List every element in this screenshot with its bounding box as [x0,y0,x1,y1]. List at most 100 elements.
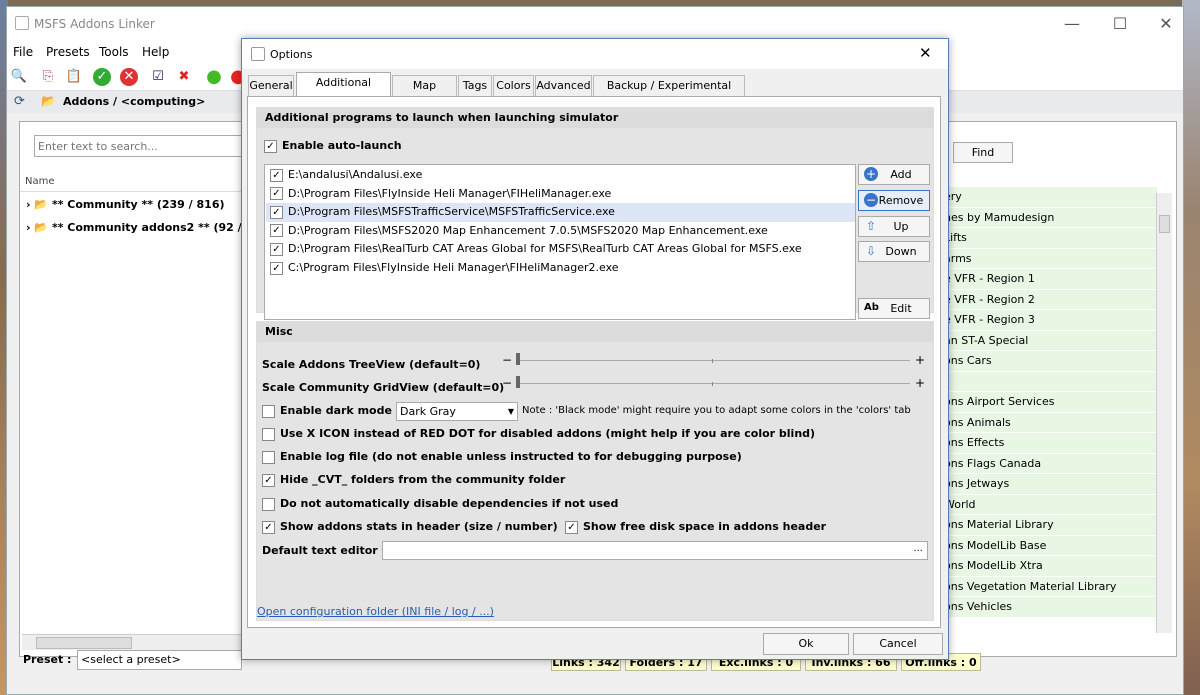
menu-file[interactable]: File [7,42,39,62]
dark-mode-select[interactable]: Dark Gray ▼ [396,402,518,421]
paste-icon[interactable]: 📋 [65,68,83,86]
down-button[interactable]: ⇩ Down [858,241,930,262]
list-item[interactable]: ons Material Library [942,515,1157,536]
program-row[interactable]: ✓ D:\Program Files\MSFS2020 Map Enhanceme… [266,222,855,241]
check-icon[interactable]: ☑ [149,68,167,86]
checkbox-checked[interactable]: ✓ [270,168,283,182]
checkbox-checked[interactable]: ✓ [270,205,283,219]
vertical-scrollbar[interactable] [1156,193,1172,633]
ok-button[interactable]: Ok [763,633,849,655]
x-icon-checkbox[interactable]: Use X ICON instead of RED DOT for disabl… [262,427,815,441]
tab-additional-options[interactable]: Additional options [296,72,391,109]
slider-thumb[interactable] [516,376,520,388]
list-item[interactable]: World [942,494,1157,515]
refresh-icon[interactable]: ⟳ [14,94,25,109]
scale-treeview-slider[interactable] [516,360,910,361]
list-item[interactable]: ons Animals [942,412,1157,433]
chevron-down-icon[interactable]: ▼ [508,403,514,420]
tab-general[interactable]: General [248,75,294,96]
copy-icon[interactable]: ⎘ [39,68,57,86]
zoom-icon[interactable]: 🔍 [10,68,28,86]
list-item[interactable]: arms [942,248,1157,269]
list-item[interactable]: an ST-A Special [942,330,1157,351]
search-input[interactable] [34,135,252,157]
enable-autolaunch-checkbox[interactable]: ✓ Enable auto-launch [264,139,402,153]
checkbox-checked[interactable]: ✓ [270,187,283,201]
tab-advanced[interactable]: Advanced [535,75,592,96]
up-arrow-icon: ⇧ [865,219,877,233]
list-item[interactable]: nes by Mamudesign [942,207,1157,228]
list-item[interactable]: ons Flags Canada [942,453,1157,474]
green-dot-icon[interactable]: ● [205,68,223,86]
checkbox-checked[interactable]: ✓ [262,520,275,534]
checkbox-checked[interactable]: ✓ [264,139,277,153]
close-window-icon[interactable]: ✕ [1151,9,1181,39]
scale-gridview-slider[interactable] [516,383,910,384]
expand-chevron-icon[interactable]: › [26,198,31,211]
program-row[interactable]: ✓ D:\Program Files\FlyInside Heli Manager… [266,185,855,204]
hide-cvt-checkbox[interactable]: ✓ Hide _CVT_ folders from the community f… [262,473,565,487]
program-row[interactable]: ✓ D:\Program Files\RealTurb CAT Areas Glo… [266,240,855,259]
checkbox-unchecked[interactable] [262,497,275,511]
disable-all-icon[interactable]: ✕ [120,68,138,86]
tab-map-options[interactable]: Map options [392,75,457,112]
list-item[interactable]: e VFR - Region 1 [942,269,1157,290]
browse-button[interactable]: ... [913,543,923,554]
cancel-button[interactable]: Cancel [853,633,943,655]
list-item[interactable]: ons Effects [942,433,1157,454]
list-item[interactable]: ons ModelLib Xtra [942,556,1157,577]
program-row[interactable]: ✓ C:\Program Files\FlyInside Heli Manager… [266,259,855,278]
list-item[interactable]: ons Cars [942,351,1157,372]
list-item[interactable]: ery [942,187,1157,208]
list-item[interactable]: ons Vehicles [942,597,1157,618]
scroll-thumb[interactable] [1159,215,1170,233]
checkbox-checked[interactable]: ✓ [262,473,275,487]
edit-button[interactable]: Ab Edit [858,298,930,319]
checkbox-checked[interactable]: ✓ [270,224,283,238]
checkbox-unchecked[interactable] [262,427,275,441]
list-item[interactable]: ons Vegetation Material Library [942,576,1157,597]
list-item[interactable]: e VFR - Region 3 [942,310,1157,331]
no-disable-deps-checkbox[interactable]: Do not automatically disable dependencie… [262,497,618,511]
red-x-icon[interactable]: ✖ [175,68,193,86]
checkbox-unchecked[interactable] [262,450,275,464]
tab-colors[interactable]: Colors [493,75,534,96]
checkbox-unchecked[interactable] [262,404,275,418]
slider-thumb[interactable] [516,353,520,365]
find-button[interactable]: Find [953,142,1013,163]
scroll-thumb[interactable] [36,637,132,649]
preset-select[interactable]: <select a preset> [77,650,242,670]
list-item[interactable]: ons Jetways [942,474,1157,495]
list-item[interactable]: e VFR - Region 2 [942,289,1157,310]
open-config-link[interactable]: Open configuration folder (INI file / lo… [257,605,494,618]
up-button[interactable]: ⇧ Up [858,216,930,237]
menu-presets[interactable]: Presets [40,42,96,62]
options-icon [251,47,265,61]
show-disk-checkbox[interactable]: ✓ Show free disk space in addons header [565,520,826,534]
default-editor-field[interactable]: ... [382,541,928,560]
dialog-close-icon[interactable]: ✕ [919,44,932,62]
menu-tools[interactable]: Tools [93,42,135,62]
menu-help[interactable]: Help [136,42,175,62]
remove-button[interactable]: − Remove [858,190,930,211]
list-item[interactable]: ons ModelLib Base [942,535,1157,556]
no-disable-deps-label: Do not automatically disable dependencie… [280,497,619,510]
list-item[interactable]: ons Airport Services [942,392,1157,413]
checkbox-checked[interactable]: ✓ [565,520,578,534]
enable-all-icon[interactable]: ✓ [93,68,111,86]
expand-chevron-icon[interactable]: › [26,221,31,234]
tab-backup-experimental[interactable]: Backup / Experimental options [593,75,745,112]
list-item[interactable] [942,371,1157,392]
log-file-checkbox[interactable]: Enable log file (do not enable unless in… [262,450,742,464]
program-row[interactable]: ✓ D:\Program Files\MSFSTrafficService\MSF… [266,203,855,222]
tab-tags[interactable]: Tags [458,75,492,96]
dark-mode-checkbox[interactable]: Enable dark mode [262,404,392,418]
checkbox-checked[interactable]: ✓ [270,242,283,256]
list-item[interactable]: Lifts [942,228,1157,249]
minimize-icon[interactable]: — [1057,9,1087,39]
maximize-icon[interactable]: ☐ [1105,9,1135,39]
add-button[interactable]: + Add [858,164,930,185]
show-stats-checkbox[interactable]: ✓ Show addons stats in header (size / num… [262,520,558,534]
checkbox-checked[interactable]: ✓ [270,261,283,275]
program-row[interactable]: ✓ E:\andalusi\Andalusi.exe [266,166,855,185]
